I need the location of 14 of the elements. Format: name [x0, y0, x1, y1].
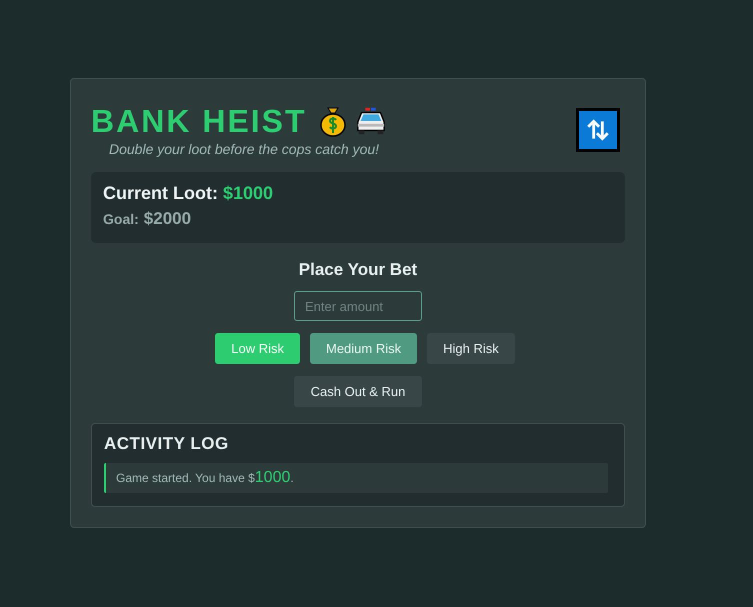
loot-amount: $1000: [222, 183, 274, 204]
tagline: Double your loot before the cops catch you!: [109, 141, 380, 157]
risk-button[interactable]: High Risk: [427, 333, 515, 364]
loot-label: Current Loot:: [103, 182, 218, 205]
cash-out-button[interactable]: Cash Out & Run: [294, 376, 422, 407]
log-entry: Game started. You have $1000.: [104, 463, 608, 493]
goal-label: Goal:: [103, 210, 139, 229]
log-title: ACTIVITY LOG: [104, 434, 230, 454]
restart-button[interactable]: [576, 108, 620, 152]
game-title: BANK HEIST: [91, 102, 307, 141]
goal-amount: $2000: [144, 209, 192, 229]
bet-heading: Place Your Bet: [298, 260, 418, 280]
amount-field[interactable]: Enter amount: [294, 291, 422, 321]
swap-arrows-icon: [585, 117, 611, 143]
